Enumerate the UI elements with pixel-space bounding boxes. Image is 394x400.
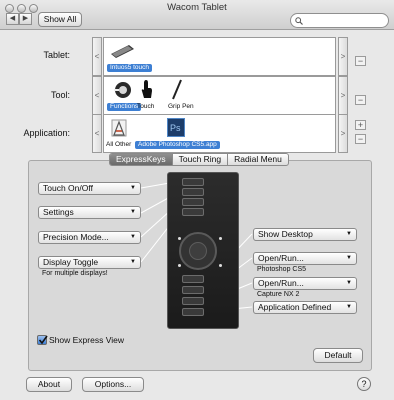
expresskey-4-dropdown[interactable]: Display Toggle ▼ [38, 256, 141, 269]
expresskey-8-dropdown[interactable]: Application Defined ▼ [253, 301, 357, 314]
expresskey-8-value: Application Defined [258, 302, 332, 312]
expresskey-1[interactable] [182, 178, 204, 186]
expresskey-5-dropdown[interactable]: Show Desktop ▼ [253, 228, 357, 241]
expresskey-7-dropdown[interactable]: Open/Run... ▼ [253, 277, 357, 290]
checkmark-icon [38, 335, 48, 345]
help-button[interactable]: ? [357, 377, 371, 391]
expresskey-2[interactable] [182, 188, 204, 196]
options-button[interactable]: Options... [82, 377, 144, 392]
expresskey-1-dropdown[interactable]: Touch On/Off ▼ [38, 182, 141, 195]
led-indicator [219, 264, 222, 267]
expresskey-8[interactable] [182, 308, 204, 316]
dropdown-caret-icon: ▼ [130, 234, 136, 240]
dropdown-caret-icon: ▼ [130, 259, 136, 265]
expresskey-3-value: Precision Mode... [43, 232, 109, 242]
show-express-view-checkbox[interactable] [37, 335, 48, 345]
touch-ring[interactable] [179, 232, 217, 270]
expresskey-4-note: For multiple displays! [42, 270, 108, 277]
expresskey-6[interactable] [182, 286, 204, 294]
expresskey-5-value: Show Desktop [258, 229, 313, 239]
touch-ring-center-button[interactable] [189, 242, 207, 260]
expresskey-6-value: Open/Run... [258, 253, 304, 263]
expresskey-6-dropdown[interactable]: Open/Run... ▼ [253, 252, 357, 265]
dropdown-caret-icon: ▼ [346, 255, 352, 261]
expresskey-7-note: Capture NX 2 [257, 291, 300, 298]
expresskey-7-value: Open/Run... [258, 278, 304, 288]
led-indicator [178, 264, 181, 267]
expresskey-4-value: Display Toggle [43, 257, 99, 267]
dropdown-caret-icon: ▼ [130, 209, 136, 215]
tablet-diagram [167, 172, 239, 329]
dropdown-caret-icon: ▼ [346, 280, 352, 286]
led-indicator [178, 237, 181, 240]
default-button[interactable]: Default [313, 348, 363, 363]
expresskey-3-dropdown[interactable]: Precision Mode... ▼ [38, 231, 141, 244]
about-button[interactable]: About [26, 377, 72, 392]
expresskey-2-value: Settings [43, 207, 74, 217]
dropdown-caret-icon: ▼ [130, 185, 136, 191]
dropdown-caret-icon: ▼ [346, 231, 352, 237]
expresskey-3[interactable] [182, 198, 204, 206]
expresskey-1-value: Touch On/Off [43, 183, 93, 193]
expresskey-4[interactable] [182, 208, 204, 216]
led-indicator [219, 237, 222, 240]
show-express-view-label: Show Express View [49, 335, 124, 345]
expresskey-5[interactable] [182, 275, 204, 283]
expresskey-2-dropdown[interactable]: Settings ▼ [38, 206, 141, 219]
expresskey-7[interactable] [182, 297, 204, 305]
dropdown-caret-icon: ▼ [346, 304, 352, 310]
expresskey-6-note: Photoshop CS5 [257, 266, 307, 273]
